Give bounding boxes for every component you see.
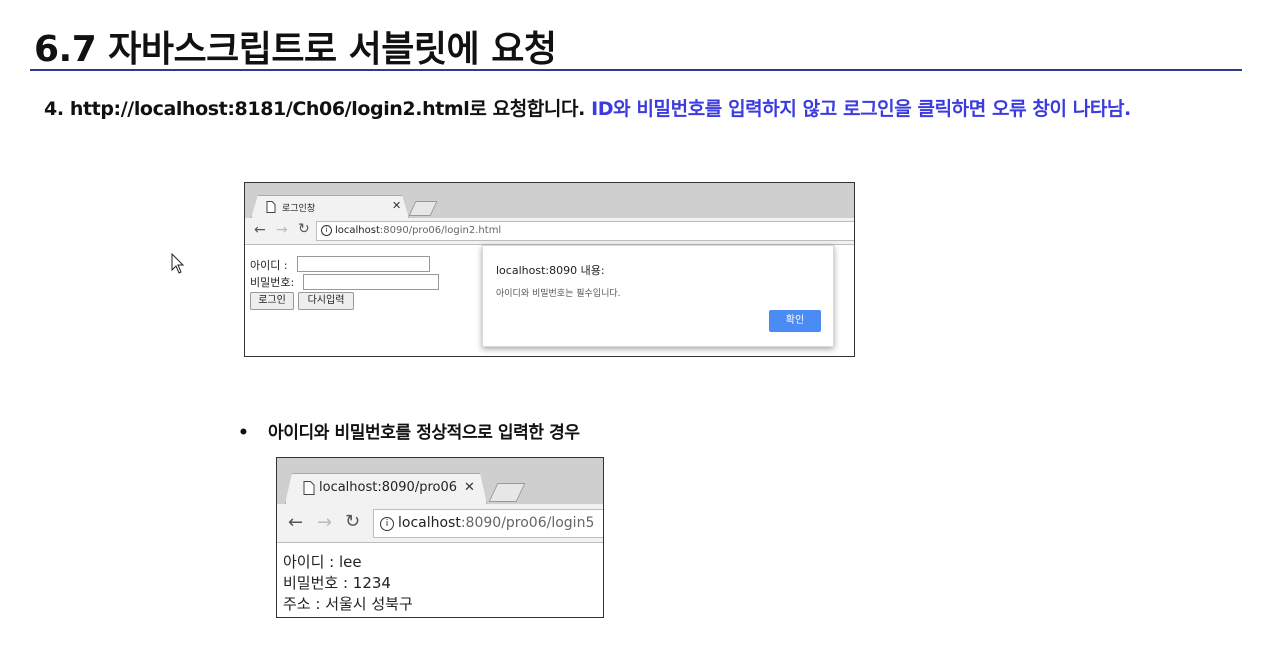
browser-toolbar: ← → ↻ i localhost:8090/pro06/login2.html (245, 218, 854, 245)
browser-tab-result[interactable]: localhost:8090/pro06/log ✕ (285, 473, 487, 504)
back-arrow-icon[interactable]: ← (254, 222, 266, 238)
forward-arrow-icon[interactable]: → (276, 222, 288, 238)
dialog-title: localhost:8090 내용: (496, 264, 605, 277)
result-password-line: 비밀번호 : 1234 (283, 574, 391, 592)
url-path: :8090/pro06/login2.html (379, 225, 502, 236)
back-arrow-icon[interactable]: ← (288, 512, 303, 533)
mouse-cursor-icon (171, 253, 185, 274)
browser-tab-login[interactable]: 로그인창 ✕ (251, 195, 409, 218)
result-address-line: 주소 : 서울시 성북구 (283, 595, 413, 613)
password-label: 비밀번호: (250, 276, 295, 289)
id-input[interactable] (297, 256, 430, 272)
info-icon: i (380, 517, 394, 531)
new-tab-button[interactable] (488, 483, 526, 502)
tab-strip: 로그인창 ✕ (245, 183, 854, 218)
bullet-dot: • (238, 423, 249, 443)
url-host: localhost (335, 225, 380, 236)
page-icon (266, 201, 276, 213)
url-path: :8090/pro06/login5 (460, 515, 595, 531)
reload-icon[interactable]: ↻ (345, 511, 360, 532)
reset-button[interactable]: 다시입력 (298, 292, 354, 310)
browser-screenshot-login-success: localhost:8090/pro06/log ✕ ← → ↻ ilocalh… (276, 457, 604, 618)
step-text: 4. http://localhost:8181/Ch06/login2.htm… (44, 98, 585, 120)
id-label: 아이디 : (250, 259, 288, 272)
close-icon[interactable]: ✕ (464, 480, 475, 495)
url-host: localhost (398, 515, 461, 531)
info-icon: i (321, 225, 332, 236)
alert-dialog: localhost:8090 내용: 아이디와 비밀번호는 필수입니다. 확인 (482, 245, 834, 347)
step-instruction: 4. http://localhost:8181/Ch06/login2.htm… (44, 94, 1131, 121)
login-button[interactable]: 로그인 (250, 292, 294, 310)
dialog-message: 아이디와 비밀번호는 필수입니다. (496, 289, 621, 299)
bullet-item: • 아이디와 비밀번호를 정상적으로 입력한 경우 (238, 418, 580, 443)
new-tab-button[interactable] (408, 201, 438, 216)
close-icon[interactable]: ✕ (392, 199, 401, 212)
browser-toolbar: ← → ↻ i localhost:8090/pro06/login5 (277, 504, 603, 543)
dialog-ok-button[interactable]: 확인 (769, 310, 821, 332)
title-underline (30, 69, 1242, 71)
slide-title: 6.7 자바스크립트로 서블릿에 요청 (34, 29, 557, 70)
step-highlight: ID와 비밀번호를 입력하지 않고 로그인을 클릭하면 오류 창이 나타남. (591, 98, 1131, 120)
browser-screenshot-login-error: 로그인창 ✕ ← → ↻ i localhost:8090/pro06/login… (244, 182, 855, 357)
reload-icon[interactable]: ↻ (298, 221, 310, 237)
address-bar[interactable]: i localhost:8090/pro06/login2.html (316, 221, 854, 241)
tab-strip: localhost:8090/pro06/log ✕ (277, 458, 603, 504)
bullet-text: 아이디와 비밀번호를 정상적으로 입력한 경우 (268, 423, 580, 443)
page-icon (303, 481, 315, 495)
tab-title: 로그인창 (282, 204, 316, 214)
tab-title: localhost:8090/pro06/log (319, 480, 457, 495)
address-bar[interactable]: i localhost:8090/pro06/login5 (373, 509, 603, 538)
result-id-line: 아이디 : lee (283, 553, 362, 571)
forward-arrow-icon[interactable]: → (317, 512, 332, 533)
password-input[interactable] (303, 274, 439, 290)
